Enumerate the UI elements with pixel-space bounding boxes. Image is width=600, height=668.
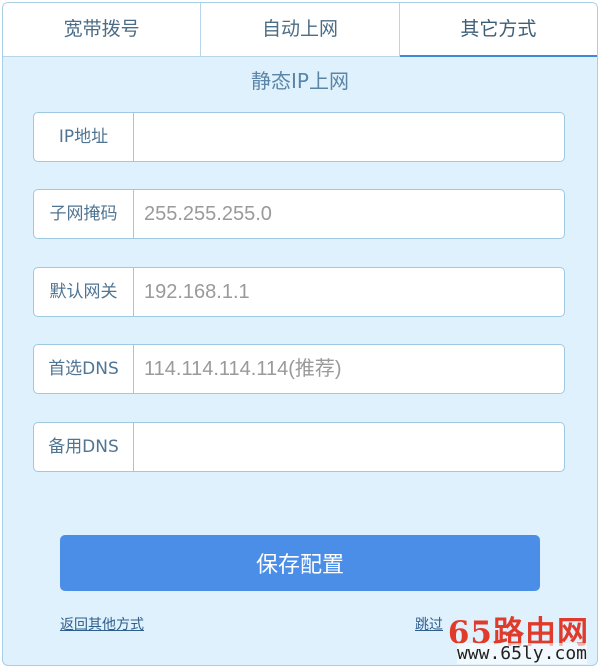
- secondary-dns-label: 备用DNS: [34, 423, 134, 471]
- wan-settings-panel: 宽带拨号 自动上网 其它方式 静态IP上网 IP地址 子网掩码 默认网关 首选D…: [2, 2, 598, 666]
- watermark-url: www.65ly.com: [456, 643, 587, 664]
- save-config-button[interactable]: 保存配置: [60, 535, 540, 591]
- primary-dns-field: 首选DNS: [33, 344, 565, 394]
- section-title: 静态IP上网: [251, 69, 349, 93]
- secondary-dns-input[interactable]: [134, 423, 564, 471]
- ip-address-input[interactable]: [134, 113, 564, 161]
- ip-address-field: IP地址: [33, 112, 565, 162]
- subnet-mask-input[interactable]: [134, 190, 564, 238]
- primary-dns-input[interactable]: [134, 345, 564, 393]
- secondary-dns-field: 备用DNS: [33, 422, 565, 472]
- back-to-other-methods-link[interactable]: 返回其他方式: [60, 614, 144, 634]
- tab-other-methods[interactable]: 其它方式: [399, 3, 597, 57]
- subnet-mask-field: 子网掩码: [33, 189, 565, 239]
- tab-pppoe[interactable]: 宽带拨号: [3, 3, 202, 57]
- primary-dns-label: 首选DNS: [34, 345, 134, 393]
- default-gateway-label: 默认网关: [34, 268, 134, 316]
- ip-address-label: IP地址: [34, 113, 134, 161]
- tab-dhcp[interactable]: 自动上网: [201, 3, 400, 57]
- subnet-mask-label: 子网掩码: [34, 190, 134, 238]
- default-gateway-input[interactable]: [134, 268, 564, 316]
- tab-bar: 宽带拨号 自动上网 其它方式: [3, 3, 597, 57]
- default-gateway-field: 默认网关: [33, 267, 565, 317]
- site-watermark: 65路由网 www.65ly.com: [421, 607, 591, 665]
